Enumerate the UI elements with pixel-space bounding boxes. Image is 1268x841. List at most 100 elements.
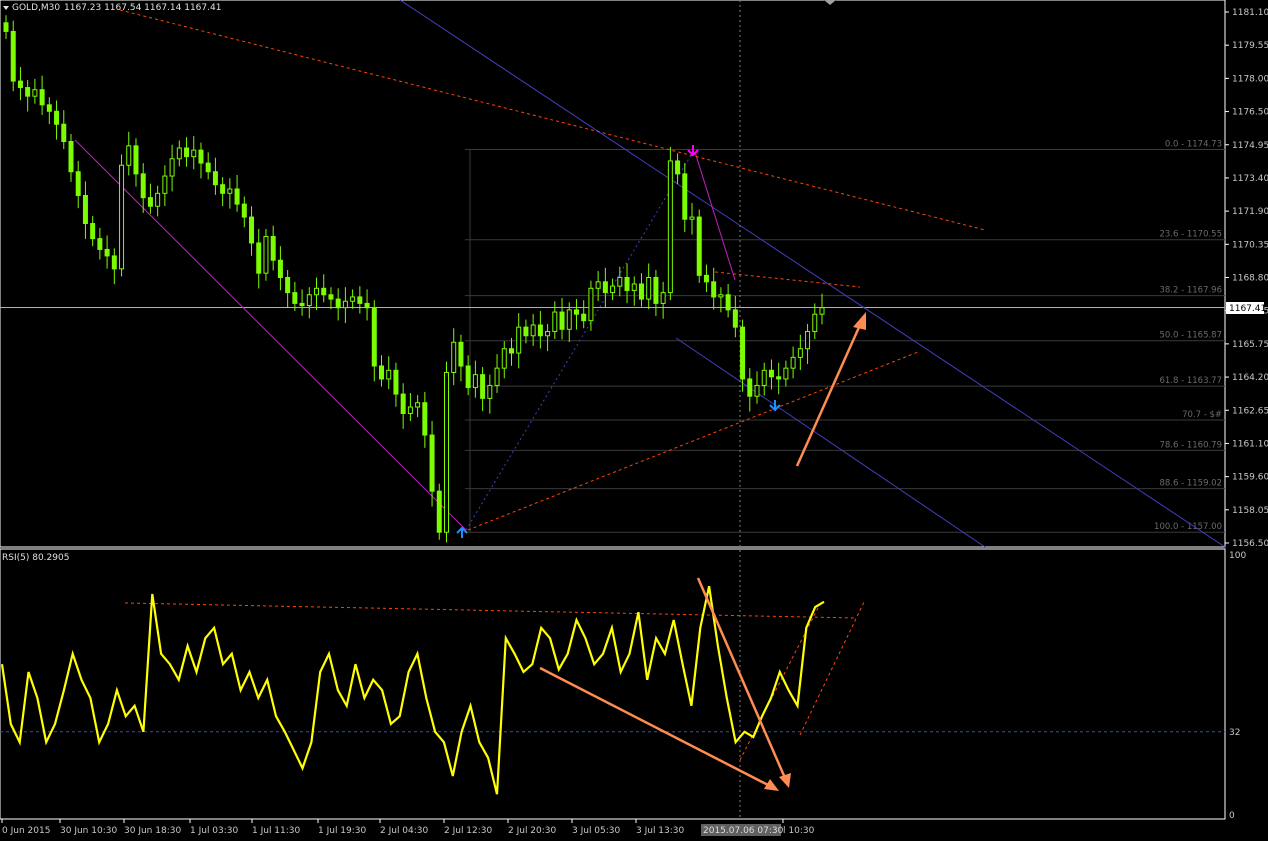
candle-body xyxy=(133,145,139,175)
candle xyxy=(508,337,514,366)
candle xyxy=(386,356,392,390)
candle xyxy=(299,289,305,316)
candle-body xyxy=(155,192,161,207)
candle-body xyxy=(285,277,291,294)
candle xyxy=(689,203,695,235)
candle xyxy=(133,138,139,187)
candle xyxy=(487,374,493,414)
symbol-menu-icon[interactable] xyxy=(3,6,9,10)
candle xyxy=(357,286,363,314)
candle-body xyxy=(234,188,240,205)
crosshair-time-label: 2015.07.06 07:30 xyxy=(703,826,784,836)
candle xyxy=(234,174,240,212)
candle-body xyxy=(306,294,312,307)
candle xyxy=(306,287,312,319)
candle xyxy=(631,276,637,306)
time-tick-label: 2 Jul 20:30 xyxy=(508,826,557,836)
candle-body xyxy=(545,330,551,337)
main-panel-frame xyxy=(0,0,1226,548)
candle-body xyxy=(523,326,529,337)
candle-body xyxy=(602,281,608,294)
symbol-label: GOLD,M30 xyxy=(12,3,60,13)
divergence-arrow xyxy=(696,577,787,779)
candle-body xyxy=(400,393,406,414)
candle xyxy=(227,178,233,209)
candle-body xyxy=(790,356,796,369)
candle-body xyxy=(429,434,435,492)
candle xyxy=(39,75,45,115)
candle xyxy=(176,140,182,167)
candle-body xyxy=(263,235,269,274)
candle xyxy=(458,334,464,382)
candle xyxy=(451,328,457,386)
candle-body xyxy=(624,277,630,291)
candle xyxy=(328,287,334,310)
candle xyxy=(718,287,724,313)
candle-body xyxy=(104,248,110,257)
candle-body xyxy=(595,281,601,289)
candle-body xyxy=(487,384,493,399)
candle xyxy=(292,281,298,311)
candle xyxy=(660,281,666,319)
swing-high-arrow-icon xyxy=(687,145,699,157)
divergence-arrow xyxy=(539,666,771,788)
candle xyxy=(155,185,161,217)
candle-body xyxy=(805,330,811,350)
candle xyxy=(263,228,269,281)
candle-body xyxy=(379,365,385,380)
candle-body xyxy=(646,277,652,300)
price-tick-label: 1165.75 xyxy=(1232,340,1268,350)
candle xyxy=(754,371,760,404)
candle-body xyxy=(443,371,449,533)
chart-shift-marker[interactable] xyxy=(824,0,836,5)
current-price-label: 1167.41 xyxy=(1229,304,1266,314)
candle-body xyxy=(350,296,356,302)
candle-body xyxy=(675,160,681,175)
candle-body xyxy=(277,259,283,279)
candle xyxy=(61,110,67,150)
fib-level-label: 70.7 - $# xyxy=(1182,410,1222,420)
candle xyxy=(68,133,74,182)
candle xyxy=(581,300,587,329)
candle-body xyxy=(631,283,637,291)
candle-body xyxy=(321,287,327,296)
candle xyxy=(819,293,825,325)
candle xyxy=(119,154,125,277)
price-chart[interactable]: 0.0 - 1174.73 23.6 - 1170.55 38.2 - 1167.9… xyxy=(0,0,1268,841)
time-tick-label: 2 Jul 12:30 xyxy=(444,826,493,836)
candle xyxy=(270,225,276,271)
candle xyxy=(797,334,803,371)
candle xyxy=(335,288,341,321)
candle xyxy=(350,289,356,309)
candle-body xyxy=(169,158,175,177)
candle xyxy=(3,15,9,39)
candle-body xyxy=(725,294,731,311)
candle xyxy=(682,163,688,232)
candle xyxy=(220,177,226,207)
candle-body xyxy=(530,324,536,337)
candle-body xyxy=(314,287,320,296)
candle-body xyxy=(696,216,702,276)
rsi-tick-label: 0 xyxy=(1229,811,1235,821)
candle xyxy=(379,355,385,387)
candle xyxy=(393,362,399,407)
candle xyxy=(480,367,486,412)
rsi-resistance-line xyxy=(124,602,856,619)
candle-body xyxy=(667,160,673,294)
price-tick-label: 1168.80 xyxy=(1232,274,1268,284)
candle xyxy=(184,137,190,167)
rsi-header: RSI(5) 80.2905 xyxy=(2,553,69,563)
price-tick-label: 1164.20 xyxy=(1232,373,1268,383)
candle-body xyxy=(328,294,334,300)
candle-body xyxy=(415,402,421,408)
candle xyxy=(703,264,709,292)
candle xyxy=(82,181,88,239)
fib-level-label: 88.6 - 1159.02 xyxy=(1159,479,1222,489)
candle-body xyxy=(357,296,363,304)
candle-body xyxy=(754,384,760,397)
time-tick-label: 1 Jul 19:30 xyxy=(318,826,367,836)
candle-body xyxy=(198,149,204,164)
candle xyxy=(711,267,717,310)
candle xyxy=(249,206,255,256)
candle xyxy=(407,392,413,422)
